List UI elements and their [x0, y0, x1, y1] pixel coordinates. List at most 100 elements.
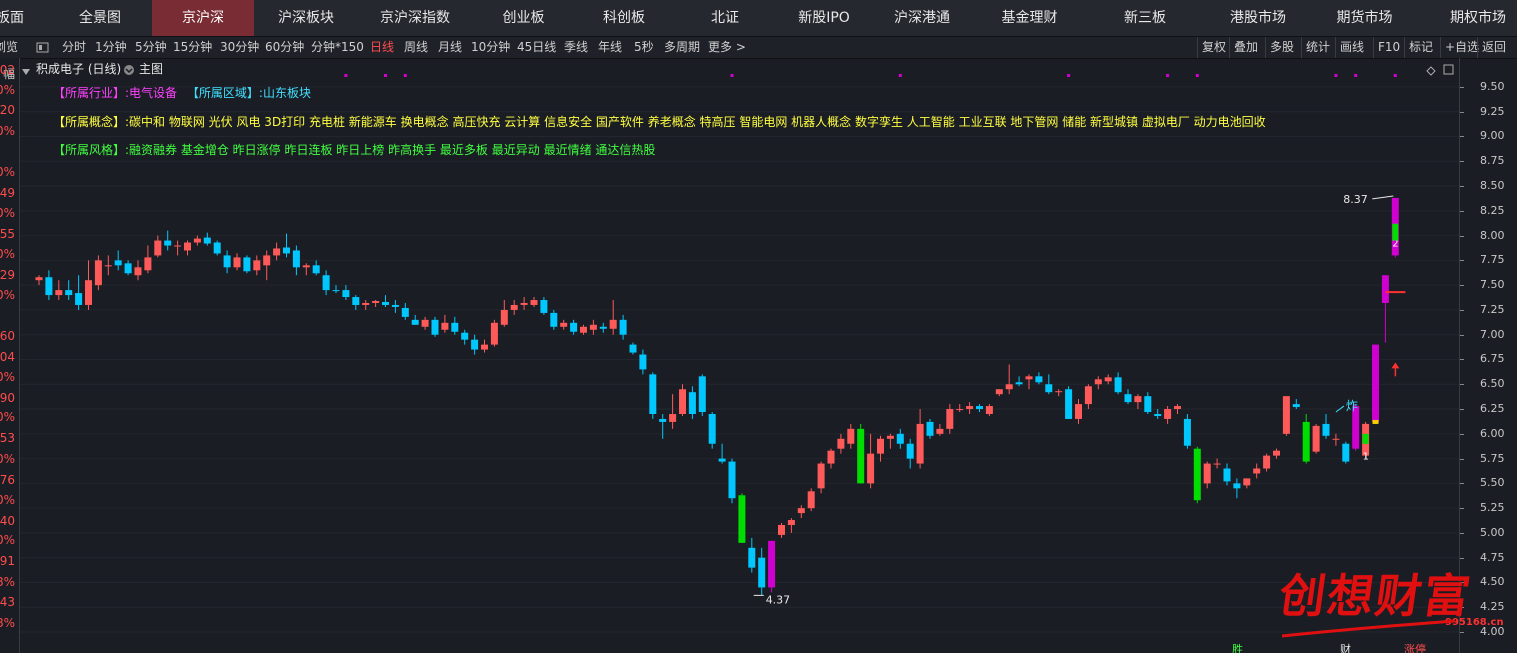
candle[interactable] [718, 443, 726, 464]
candle[interactable] [451, 316, 459, 335]
candle[interactable] [55, 280, 63, 301]
candle[interactable] [629, 342, 637, 355]
candle[interactable] [1035, 372, 1043, 385]
candle[interactable] [85, 260, 92, 310]
candle[interactable] [669, 394, 677, 429]
candle[interactable] [65, 280, 73, 301]
candle[interactable] [382, 295, 389, 307]
candle[interactable] [332, 285, 340, 294]
candle[interactable] [1134, 394, 1142, 410]
candle[interactable] [1055, 389, 1063, 397]
candle[interactable] [1154, 409, 1162, 419]
candle[interactable] [827, 448, 835, 469]
candle[interactable] [797, 505, 805, 519]
candle[interactable] [1025, 374, 1033, 390]
candle[interactable] [174, 240, 182, 256]
candle[interactable] [114, 250, 122, 271]
candle[interactable] [312, 260, 320, 276]
candle[interactable] [1302, 413, 1310, 464]
candle[interactable] [471, 334, 479, 355]
candle[interactable] [995, 389, 1003, 397]
candle[interactable] [520, 297, 528, 310]
candle[interactable] [1263, 453, 1271, 472]
candle[interactable] [1332, 433, 1340, 446]
industry-value[interactable]: 电气设备 [129, 86, 177, 100]
candle[interactable] [1243, 478, 1251, 489]
candle[interactable] [1084, 384, 1092, 410]
candle[interactable] [1223, 463, 1231, 486]
candle[interactable] [1312, 423, 1320, 454]
candle[interactable] [698, 374, 706, 416]
candle[interactable] [283, 233, 290, 258]
candle[interactable] [708, 412, 716, 449]
candle[interactable] [1114, 372, 1122, 395]
candle[interactable] [1372, 344, 1379, 424]
candle[interactable] [124, 260, 132, 276]
candle[interactable] [1273, 448, 1280, 459]
candle[interactable] [956, 404, 964, 413]
candle[interactable] [639, 349, 647, 375]
candle[interactable] [253, 255, 261, 276]
candle[interactable] [362, 300, 370, 310]
candle[interactable] [728, 458, 736, 504]
candle[interactable] [530, 297, 538, 307]
candle[interactable] [500, 300, 508, 327]
candle[interactable] [886, 433, 894, 449]
candle[interactable] [688, 386, 696, 419]
candle[interactable] [1144, 392, 1152, 414]
candle[interactable] [787, 518, 795, 533]
candle[interactable] [896, 428, 904, 449]
candle[interactable] [411, 314, 419, 325]
candle[interactable] [490, 319, 498, 347]
candle[interactable] [431, 316, 439, 337]
candle[interactable] [481, 339, 488, 353]
candle[interactable] [1253, 463, 1261, 479]
candle[interactable] [1203, 461, 1211, 489]
candle[interactable] [292, 245, 300, 276]
candle[interactable] [104, 255, 112, 276]
candle[interactable] [926, 418, 934, 439]
candle[interactable] [560, 319, 568, 330]
candle[interactable] [985, 404, 993, 416]
candle[interactable] [1075, 399, 1082, 424]
candle[interactable] [233, 253, 241, 271]
style-list[interactable]: 融资融券 基金增仓 昨日涨停 昨日连板 昨日上榜 昨高换手 最近多板 最近异动 … [129, 143, 655, 157]
candle[interactable] [1342, 441, 1350, 464]
candle[interactable] [758, 547, 766, 596]
candle[interactable] [867, 433, 875, 489]
candle[interactable] [164, 230, 172, 251]
candle[interactable] [342, 285, 350, 301]
candle[interactable] [193, 235, 201, 246]
candle[interactable] [817, 461, 825, 494]
candle[interactable] [778, 523, 785, 538]
candle[interactable] [510, 300, 518, 315]
candle[interactable] [243, 255, 251, 274]
candle[interactable] [906, 438, 914, 469]
candle[interactable] [1045, 374, 1053, 395]
candle[interactable] [807, 488, 815, 512]
candle[interactable] [213, 240, 221, 256]
candle[interactable] [580, 324, 587, 335]
candle[interactable] [599, 322, 607, 333]
candle[interactable] [649, 372, 657, 419]
candle[interactable] [619, 314, 627, 340]
candle[interactable] [540, 297, 548, 315]
candle[interactable] [976, 404, 983, 413]
candle[interactable] [857, 423, 865, 484]
candle[interactable] [75, 275, 83, 310]
candle[interactable] [273, 242, 281, 261]
candle[interactable] [184, 240, 191, 256]
candle[interactable] [659, 413, 667, 439]
candle[interactable] [1005, 364, 1013, 395]
candle[interactable] [877, 435, 884, 462]
candle[interactable] [1193, 446, 1201, 504]
candle[interactable] [144, 245, 152, 274]
candle[interactable] [322, 270, 330, 296]
candle[interactable] [966, 402, 974, 414]
candle[interactable] [94, 255, 102, 291]
candle[interactable] [837, 433, 845, 454]
candle[interactable] [1174, 404, 1181, 414]
candle[interactable] [1282, 396, 1290, 436]
candle[interactable] [302, 263, 310, 276]
region-value[interactable]: 山东板块 [263, 86, 311, 100]
